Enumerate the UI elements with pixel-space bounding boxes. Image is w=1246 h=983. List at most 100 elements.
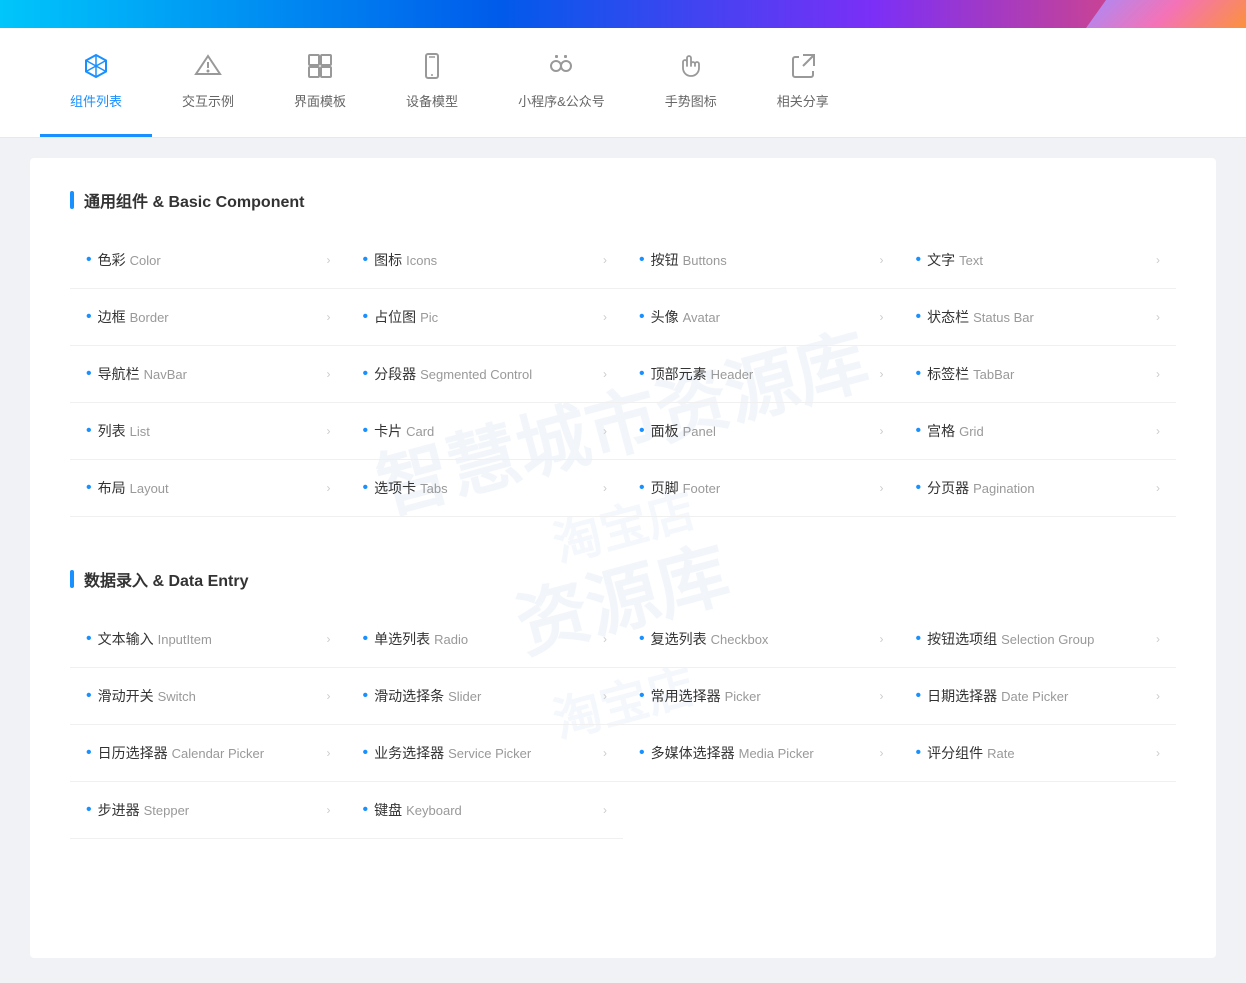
item-arrow-slider: › (603, 689, 607, 703)
item-en-border: Border (130, 310, 169, 325)
tab-share[interactable]: 相关分享 (747, 28, 859, 137)
item-en-text: Text (959, 253, 983, 268)
list-item-mediapicker[interactable]: • 多媒体选择器 Media Picker › (623, 725, 900, 782)
list-item-picker[interactable]: • 常用选择器 Picker › (623, 668, 900, 725)
tab-gesture[interactable]: 手势图标 (635, 28, 747, 137)
tab-templates-label: 界面模板 (294, 91, 346, 110)
item-dot-datepicker: • (916, 687, 922, 705)
item-label-picker: • 常用选择器 Picker (639, 686, 761, 706)
list-item-tabbar[interactable]: • 标签栏 TabBar › (900, 346, 1177, 403)
item-arrow-rate: › (1156, 746, 1160, 760)
list-item-checkbox[interactable]: • 复选列表 Checkbox › (623, 611, 900, 668)
tab-devices-label: 设备模型 (406, 91, 458, 110)
share-icon (789, 52, 817, 85)
item-arrow-panel: › (880, 424, 884, 438)
list-item-avatar[interactable]: • 头像 Avatar › (623, 289, 900, 346)
list-item-pic[interactable]: • 占位图 Pic › (347, 289, 624, 346)
list-item-text[interactable]: • 文字 Text › (900, 232, 1177, 289)
item-en-list: List (130, 424, 150, 439)
list-item-rate[interactable]: • 评分组件 Rate › (900, 725, 1177, 782)
item-zh-pic: 占位图 (374, 307, 416, 327)
list-item-border[interactable]: • 边框 Border › (70, 289, 347, 346)
list-item-radio[interactable]: • 单选列表 Radio › (347, 611, 624, 668)
item-arrow-card: › (603, 424, 607, 438)
item-en-inputitem: InputItem (158, 632, 212, 647)
tab-devices[interactable]: 设备模型 (376, 28, 488, 137)
item-zh-text: 文字 (927, 250, 955, 270)
item-label-pagination: • 分页器 Pagination (916, 478, 1035, 498)
item-arrow-border: › (327, 310, 331, 324)
list-item-keyboard[interactable]: • 键盘 Keyboard › (347, 782, 624, 839)
item-dot-tabs: • (363, 479, 369, 497)
list-item-footer[interactable]: • 页脚 Footer › (623, 460, 900, 517)
list-item-icons[interactable]: • 图标 Icons › (347, 232, 624, 289)
item-zh-tabbar: 标签栏 (927, 364, 969, 384)
item-zh-border: 边框 (98, 307, 126, 327)
item-en-calendarpicker: Calendar Picker (172, 746, 265, 761)
item-dot-list: • (86, 422, 92, 440)
item-zh-statusbar: 状态栏 (927, 307, 969, 327)
list-item-pagination[interactable]: • 分页器 Pagination › (900, 460, 1177, 517)
item-dot-avatar: • (639, 308, 645, 326)
item-en-header: Header (711, 367, 754, 382)
list-item-statusbar[interactable]: • 状态栏 Status Bar › (900, 289, 1177, 346)
tab-templates[interactable]: 界面模板 (264, 28, 376, 137)
item-arrow-segmented: › (603, 367, 607, 381)
item-dot-pagination: • (916, 479, 922, 497)
item-label-icons: • 图标 Icons (363, 250, 438, 270)
list-item-buttons[interactable]: • 按钮 Buttons › (623, 232, 900, 289)
item-arrow-calendarpicker: › (327, 746, 331, 760)
list-item-grid[interactable]: • 宫格 Grid › (900, 403, 1177, 460)
item-arrow-header: › (880, 367, 884, 381)
item-dot-buttons: • (639, 251, 645, 269)
item-en-pic: Pic (420, 310, 438, 325)
item-arrow-footer: › (880, 481, 884, 495)
item-arrow-pic: › (603, 310, 607, 324)
item-dot-inputitem: • (86, 630, 92, 648)
item-dot-pic: • (363, 308, 369, 326)
list-item-datepicker[interactable]: • 日期选择器 Date Picker › (900, 668, 1177, 725)
list-item-inputitem[interactable]: • 文本输入 InputItem › (70, 611, 347, 668)
list-item-selectiongroup[interactable]: • 按钮选项组 Selection Group › (900, 611, 1177, 668)
list-item-navbar[interactable]: • 导航栏 NavBar › (70, 346, 347, 403)
item-en-keyboard: Keyboard (406, 803, 462, 818)
list-item-calendarpicker[interactable]: • 日历选择器 Calendar Picker › (70, 725, 347, 782)
list-item-servicepicker[interactable]: • 业务选择器 Service Picker › (347, 725, 624, 782)
list-item-segmented[interactable]: • 分段器 Segmented Control › (347, 346, 624, 403)
list-item-slider[interactable]: • 滑动选择条 Slider › (347, 668, 624, 725)
list-item-stepper[interactable]: • 步进器 Stepper › (70, 782, 347, 839)
item-label-calendarpicker: • 日历选择器 Calendar Picker (86, 743, 264, 763)
item-label-tabbar: • 标签栏 TabBar (916, 364, 1015, 384)
item-dot-radio: • (363, 630, 369, 648)
list-item-layout[interactable]: • 布局 Layout › (70, 460, 347, 517)
item-en-icons: Icons (406, 253, 437, 268)
tab-interaction[interactable]: 交互示例 (152, 28, 264, 137)
list-item-panel[interactable]: • 面板 Panel › (623, 403, 900, 460)
item-dot-segmented: • (363, 365, 369, 383)
tab-components[interactable]: 组件列表 (40, 28, 152, 137)
item-label-statusbar: • 状态栏 Status Bar (916, 307, 1034, 327)
list-item-list[interactable]: • 列表 List › (70, 403, 347, 460)
list-item-header[interactable]: • 顶部元素 Header › (623, 346, 900, 403)
section-dataentry: 数据录入 & Data Entry • 文本输入 InputItem › • 单… (70, 567, 1176, 839)
devices-icon (418, 52, 446, 85)
list-item-card[interactable]: • 卡片 Card › (347, 403, 624, 460)
item-en-mediapicker: Media Picker (739, 746, 814, 761)
tab-miniapp[interactable]: 小程序&公众号 (488, 28, 635, 137)
item-dot-switch: • (86, 687, 92, 705)
item-dot-footer: • (639, 479, 645, 497)
item-dot-selectiongroup: • (916, 630, 922, 648)
item-arrow-inputitem: › (327, 632, 331, 646)
list-item-color[interactable]: • 色彩 Color › (70, 232, 347, 289)
list-item-switch[interactable]: • 滑动开关 Switch › (70, 668, 347, 725)
item-arrow-servicepicker: › (603, 746, 607, 760)
item-en-avatar: Avatar (683, 310, 720, 325)
item-zh-servicepicker: 业务选择器 (374, 743, 444, 763)
item-label-datepicker: • 日期选择器 Date Picker (916, 686, 1069, 706)
item-label-text: • 文字 Text (916, 250, 983, 270)
item-arrow-icons: › (603, 253, 607, 267)
list-item-tabs[interactable]: • 选项卡 Tabs › (347, 460, 624, 517)
item-zh-stepper: 步进器 (98, 800, 140, 820)
item-arrow-text: › (1156, 253, 1160, 267)
item-dot-border: • (86, 308, 92, 326)
